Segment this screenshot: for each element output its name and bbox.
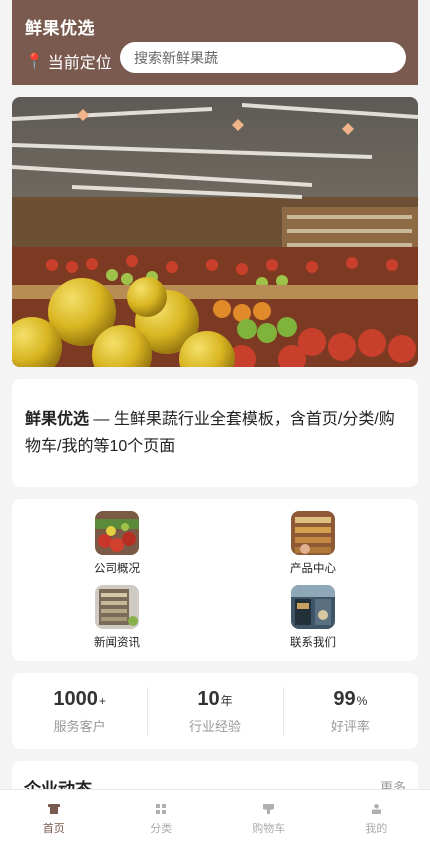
quick-link-label: 公司概况 — [67, 560, 167, 576]
tab-cart[interactable]: 购物车 — [215, 790, 323, 845]
stat-label: 好评率 — [283, 716, 418, 735]
intro-card: 鲜果优选 — 生鲜果蔬行业全套模板，含首页/分类/购物车/我的等10个页面 — [12, 379, 418, 487]
quick-link-products[interactable]: 产品中心 — [263, 511, 363, 576]
search-box[interactable] — [120, 42, 406, 73]
stat-value: 99% — [283, 688, 418, 711]
quick-link-company[interactable]: 公司概况 — [67, 511, 167, 576]
quick-link-news[interactable]: 新闻资讯 — [67, 585, 167, 650]
storefront-photo-icon — [291, 585, 335, 629]
stats-card: 1000+ 服务客户 10年 行业经验 99% 好评率 — [12, 673, 418, 749]
bottom-tab-bar: 首页 分类 购物车 我的 — [0, 789, 430, 845]
tab-profile[interactable]: 我的 — [323, 790, 430, 845]
tab-category[interactable]: 分类 — [108, 790, 216, 845]
tab-label: 首页 — [43, 823, 65, 835]
search-input[interactable] — [132, 49, 396, 67]
quick-link-label: 新闻资讯 — [67, 634, 167, 650]
quick-link-contact[interactable]: 联系我们 — [263, 585, 363, 650]
stat-value: 10年 — [147, 688, 282, 711]
stat-rating: 99% 好评率 — [283, 673, 418, 749]
user-icon — [372, 804, 381, 814]
stat-value: 1000+ — [12, 688, 147, 711]
quick-links-grid: 公司概况 产品中心 新闻资讯 — [12, 499, 418, 661]
quick-link-label: 联系我们 — [263, 634, 363, 650]
top-header: 鲜果优选 📍 当前定位 — [12, 0, 418, 85]
intro-text: 鲜果优选 — 生鲜果蔬行业全套模板，含首页/分类/购物车/我的等10个页面 — [25, 406, 407, 460]
cart-icon — [263, 804, 274, 814]
store-photo-icon — [291, 511, 335, 555]
tab-home[interactable]: 首页 — [0, 790, 108, 845]
tab-label: 分类 — [150, 823, 172, 835]
grid-icon — [156, 804, 166, 814]
stat-label: 行业经验 — [147, 716, 282, 735]
hero-banner-image[interactable] — [12, 97, 418, 367]
location-selector[interactable]: 📍 当前定位 — [25, 49, 112, 73]
produce-photo-icon — [95, 511, 139, 555]
stat-clients: 1000+ 服务客户 — [12, 673, 147, 749]
tab-label: 购物车 — [252, 823, 285, 835]
location-label: 当前定位 — [48, 49, 112, 73]
tab-label: 我的 — [365, 823, 387, 835]
stat-label: 服务客户 — [12, 716, 147, 735]
app-title: 鲜果优选 — [25, 14, 95, 39]
quick-link-label: 产品中心 — [263, 560, 363, 576]
shelf-photo-icon — [95, 585, 139, 629]
stat-experience: 10年 行业经验 — [147, 673, 282, 749]
home-icon — [48, 804, 60, 814]
intro-brand: 鲜果优选 — [25, 411, 89, 428]
location-pin-icon: 📍 — [25, 52, 44, 70]
